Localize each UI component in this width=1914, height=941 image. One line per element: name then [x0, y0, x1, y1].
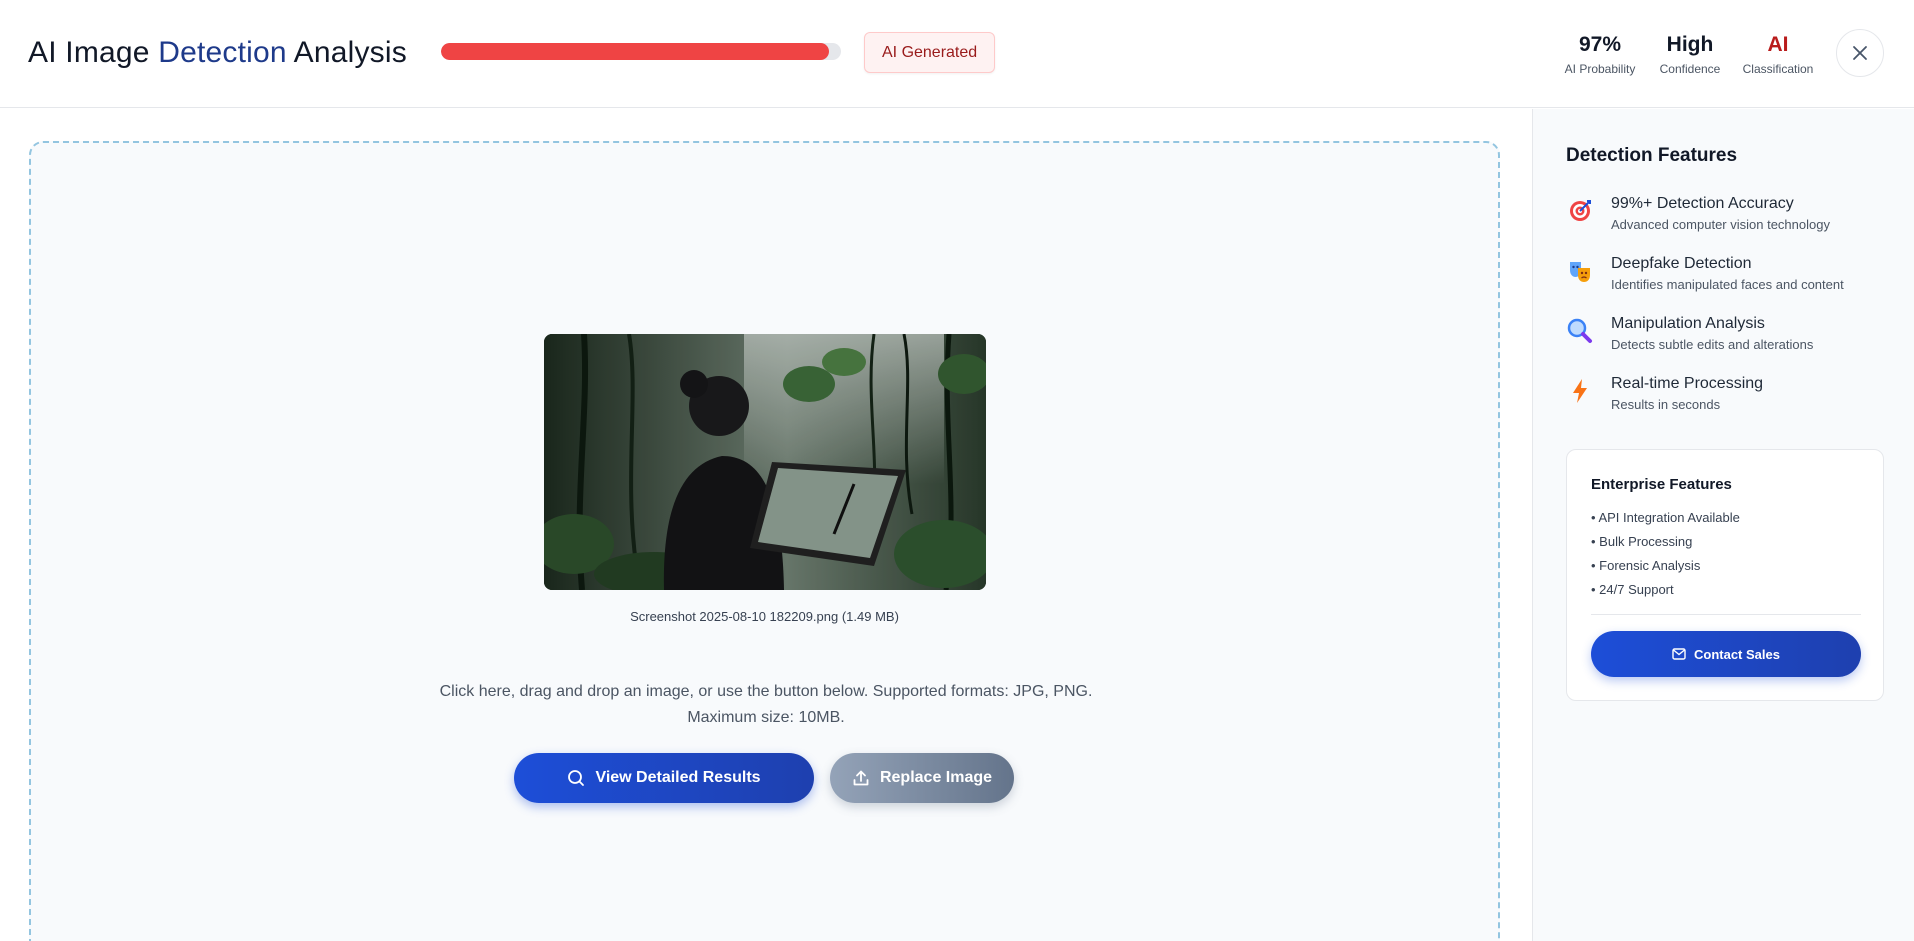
ai-probability-bar [441, 43, 841, 60]
title-suffix: Analysis [286, 36, 407, 69]
divider [1591, 614, 1861, 615]
stat-classification-value: AI [1767, 33, 1789, 56]
sidebar-title: Detection Features [1566, 145, 1738, 166]
page-title: AI Image Detection Analysis [28, 36, 407, 70]
image-preview [544, 334, 986, 590]
close-icon [1853, 46, 1867, 60]
feature-name: Deepfake Detection [1611, 255, 1752, 272]
feature-name: Manipulation Analysis [1611, 315, 1765, 332]
features-sidebar: Detection Features 99%+ Detection Accura… [1532, 109, 1914, 941]
stat-classification-label: Classification [1742, 62, 1814, 76]
file-name: Screenshot 2025-08-10 182209.png (1.49 M… [630, 609, 899, 624]
view-detailed-results-label: View Detailed Results [595, 769, 761, 786]
feature-name: Real-time Processing [1611, 375, 1764, 392]
enterprise-title: Enterprise Features [1591, 476, 1732, 493]
preview-image [544, 334, 986, 590]
enterprise-card: Enterprise Features • API Integration Av… [1566, 449, 1884, 701]
list-item: • Bulk Processing [1591, 534, 1693, 549]
stat-confidence: High Confidence [1650, 32, 1730, 76]
upload-icon [853, 770, 869, 786]
contact-sales-button[interactable]: Contact Sales [1591, 631, 1861, 677]
close-button[interactable] [1836, 29, 1884, 77]
contact-sales-label: Contact Sales [1694, 646, 1780, 662]
masks-icon [1566, 257, 1594, 285]
stat-ai-probability-label: AI Probability [1564, 62, 1636, 76]
feature-description: Detects subtle edits and alterations [1611, 337, 1814, 352]
main-content: Screenshot 2025-08-10 182209.png (1.49 M… [0, 109, 1532, 941]
title-accent: Detection [158, 36, 287, 69]
feature-description: Identifies manipulated faces and content [1611, 277, 1844, 292]
upload-hint: Click here, drag and drop an image, or u… [431, 679, 1101, 731]
enterprise-list: • API Integration Available • Bulk Proce… [1591, 506, 1740, 602]
search-icon [568, 770, 585, 786]
lightning-icon [1566, 377, 1594, 405]
magnifier-icon [1566, 317, 1594, 345]
ai-probability-bar-fill [441, 43, 829, 60]
replace-image-button[interactable]: Replace Image [830, 753, 1014, 803]
list-item: • 24/7 Support [1591, 582, 1674, 597]
list-item: • Forensic Analysis [1591, 558, 1701, 573]
mail-icon [1672, 648, 1686, 660]
upload-hint-line-1: Click here, drag and drop an image, or u… [439, 683, 1093, 700]
feature-description: Advanced computer vision technology [1611, 217, 1830, 232]
stat-classification: AI Classification [1738, 32, 1818, 76]
stat-ai-probability-value: 97% [1578, 33, 1622, 56]
feature-description: Results in seconds [1611, 397, 1721, 412]
stat-confidence-value: High [1666, 33, 1714, 56]
title-prefix: AI Image [28, 36, 159, 69]
app-header: AI Image Detection Analysis AI Generated… [0, 0, 1914, 108]
upload-hint-line-2: Maximum size: 10MB. [687, 709, 845, 726]
result-badge: AI Generated [864, 32, 996, 73]
stat-ai-probability: 97% AI Probability [1556, 32, 1644, 76]
feature-name: 99%+ Detection Accuracy [1611, 195, 1794, 212]
replace-image-label: Replace Image [879, 769, 993, 786]
stat-confidence-label: Confidence [1659, 62, 1721, 76]
list-item: • API Integration Available [1591, 510, 1740, 525]
target-icon [1566, 197, 1594, 225]
upload-dropzone[interactable]: Screenshot 2025-08-10 182209.png (1.49 M… [29, 141, 1500, 941]
view-detailed-results-button[interactable]: View Detailed Results [514, 753, 814, 803]
